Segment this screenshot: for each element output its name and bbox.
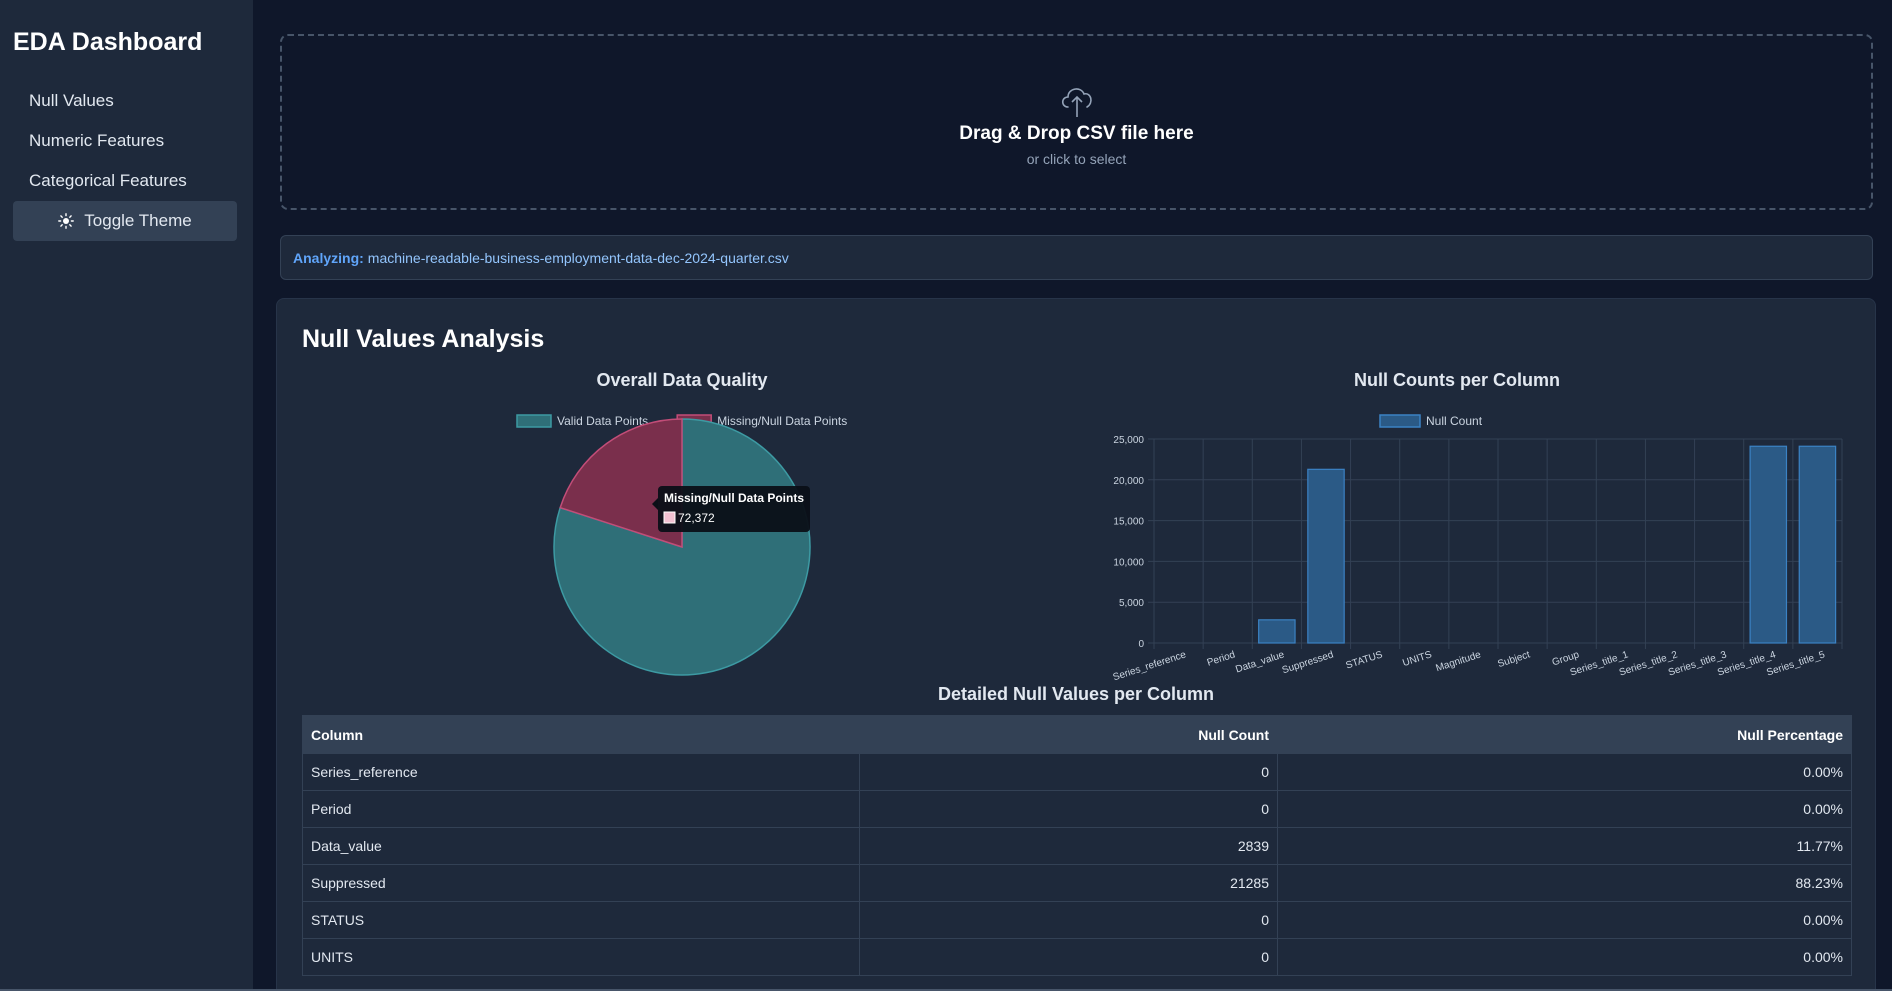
panel-title: Null Values Analysis — [302, 325, 545, 353]
sidebar-item-null-values[interactable]: Null Values — [13, 81, 240, 121]
x-tick-label: Period — [1206, 649, 1237, 668]
cell-null-count: 0 — [859, 790, 1278, 828]
x-tick-label: Suppressed — [1281, 649, 1335, 676]
cell-null-percentage: 0.00% — [1277, 901, 1852, 939]
cell-column: STATUS — [302, 901, 860, 939]
sun-icon — [58, 213, 75, 229]
header-column[interactable]: Column — [302, 715, 860, 754]
bar-Series_title_4 — [1749, 445, 1788, 644]
legend-swatch-null-count — [1379, 414, 1421, 428]
cell-null-count: 21285 — [859, 864, 1278, 902]
cell-null-percentage: 11.77% — [1277, 827, 1852, 865]
pie-chart[interactable]: Valid Data Points Missing/Null Data Point… — [302, 391, 1062, 691]
csv-dropzone[interactable]: Drag & Drop CSV file here or click to se… — [280, 34, 1873, 210]
table-row: STATUS 0 0.00% — [302, 901, 1852, 939]
tooltip-swatch — [663, 511, 676, 524]
x-tick-label: Magnitude — [1435, 649, 1483, 674]
cell-null-percentage: 88.23% — [1277, 864, 1852, 902]
cell-null-count: 0 — [859, 938, 1278, 976]
table-row: Period 0 0.00% — [302, 790, 1852, 828]
table-row: Data_value 2839 11.77% — [302, 827, 1852, 865]
cell-column: Series_reference — [302, 753, 860, 791]
analyzing-label: Analyzing: — [293, 249, 364, 266]
table-row: Suppressed 21285 88.23% — [302, 864, 1852, 902]
x-tick-label: Data_value — [1234, 649, 1286, 675]
header-null-percentage[interactable]: Null Percentage — [1277, 715, 1852, 754]
cell-column: UNITS — [302, 938, 860, 976]
y-tick-label: 25,000 — [1113, 435, 1144, 446]
analyzing-bar: Analyzing: machine-readable-business-emp… — [280, 235, 1873, 280]
app-root: EDA Dashboard Null Values Numeric Featur… — [0, 0, 1892, 991]
main-content: Drag & Drop CSV file here or click to se… — [253, 0, 1892, 991]
x-tick-label: STATUS — [1345, 649, 1385, 671]
x-tick-label: Subject — [1496, 649, 1531, 670]
y-tick-label: 20,000 — [1113, 476, 1144, 487]
app-title: EDA Dashboard — [13, 28, 203, 56]
sidebar: EDA Dashboard Null Values Numeric Featur… — [0, 0, 253, 991]
bar-Data_value — [1258, 619, 1296, 644]
tooltip-value: 72,372 — [678, 511, 715, 525]
table-header-row: Column Null Count Null Percentage — [302, 715, 1852, 754]
table-row: Series_reference 0 0.00% — [302, 753, 1852, 791]
cell-column: Data_value — [302, 827, 860, 865]
bar-Suppressed — [1307, 468, 1345, 644]
pie-chart-title: Overall Data Quality — [596, 370, 768, 390]
y-tick-label: 0 — [1138, 639, 1144, 650]
cell-null-percentage: 0.00% — [1277, 753, 1852, 791]
charts-row: Overall Data Quality Valid Data Points Mi… — [302, 364, 1850, 694]
legend-swatch-0 — [516, 414, 552, 428]
x-tick-label: Series_reference — [1112, 649, 1188, 683]
null-values-table: Column Null Count Null Percentage Series… — [302, 715, 1852, 976]
pie-chart-container: Overall Data Quality Valid Data Points Mi… — [302, 364, 1062, 694]
cell-null-percentage: 0.00% — [1277, 938, 1852, 976]
legend-label: Null Count — [1426, 414, 1483, 428]
tooltip-title: Missing/Null Data Points — [664, 491, 804, 505]
cell-column: Suppressed — [302, 864, 860, 902]
bar-chart-title: Null Counts per Column — [1354, 370, 1560, 390]
sidebar-item-categorical-features[interactable]: Categorical Features — [13, 161, 240, 201]
bar-chart-container: Null Counts per Column Null Count 0 5,000 1… — [1062, 364, 1852, 694]
legend-label: Valid Data Points — [557, 414, 648, 428]
bar-Series_title_5 — [1798, 445, 1837, 644]
null-values-panel: Null Values Analysis Overall Data Qualit… — [276, 298, 1876, 991]
cloud-upload-icon — [1061, 88, 1092, 117]
cell-null-count: 0 — [859, 901, 1278, 939]
x-tick-label: UNITS — [1401, 649, 1433, 669]
sidebar-item-numeric-features[interactable]: Numeric Features — [13, 121, 240, 161]
toggle-theme-button[interactable]: Toggle Theme — [13, 201, 237, 241]
dropzone-subtitle: or click to select — [1026, 151, 1127, 167]
y-tick-label: 10,000 — [1113, 557, 1144, 568]
cell-null-percentage: 0.00% — [1277, 790, 1852, 828]
bar-chart[interactable]: Null Count 0 5,000 10,000 15,000 20,000 25,000… — [1062, 391, 1852, 691]
y-tick-label: 15,000 — [1113, 517, 1144, 528]
dropzone-title: Drag & Drop CSV file here — [959, 123, 1194, 144]
header-null-count[interactable]: Null Count — [859, 715, 1278, 754]
cell-column: Period — [302, 790, 860, 828]
y-tick-label: 5,000 — [1119, 598, 1144, 609]
table-row: UNITS 0 0.00% — [302, 938, 1852, 976]
analyzing-filename: machine-readable-business-employment-dat… — [367, 249, 789, 266]
toggle-theme-label: Toggle Theme — [84, 211, 192, 230]
legend-label: Missing/Null Data Points — [717, 414, 847, 428]
cell-null-count: 0 — [859, 753, 1278, 791]
cell-null-count: 2839 — [859, 827, 1278, 865]
